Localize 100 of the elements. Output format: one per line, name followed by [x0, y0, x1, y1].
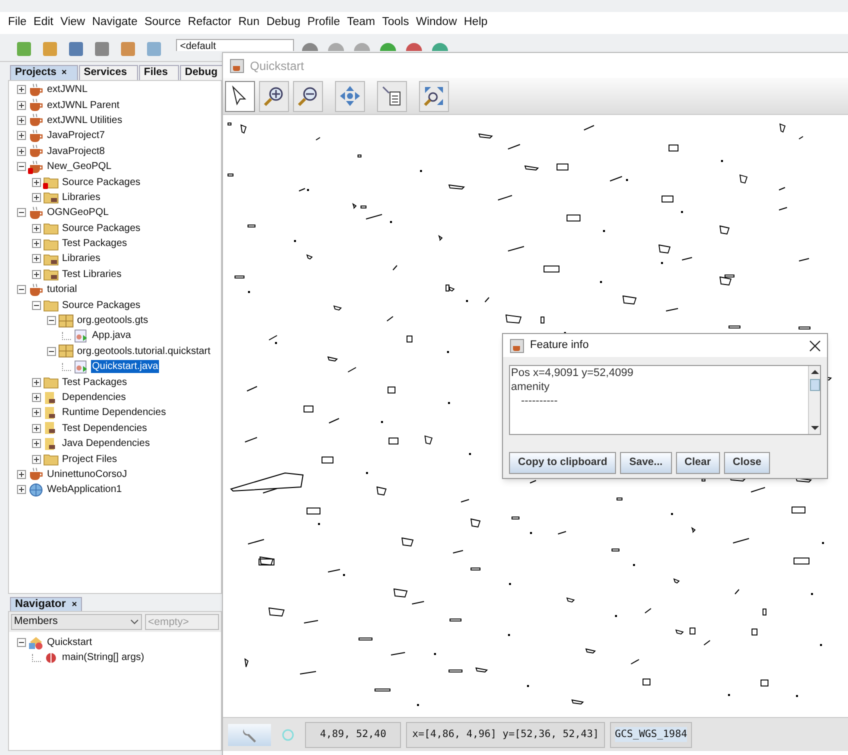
- menu-item[interactable]: View: [60, 14, 86, 32]
- expand-icon[interactable]: [32, 192, 41, 202]
- tree-item[interactable]: New_GeoPQL: [46, 160, 112, 174]
- tree-item[interactable]: Test Packages: [61, 237, 128, 250]
- tree-item[interactable]: OGNGeoPQL: [46, 206, 110, 220]
- tree-item[interactable]: Test Packages: [61, 376, 128, 389]
- menu-item[interactable]: File: [8, 14, 27, 32]
- expand-icon[interactable]: [17, 131, 26, 140]
- expand-icon[interactable]: [17, 485, 26, 494]
- expand-icon[interactable]: [17, 470, 26, 479]
- crs-readout[interactable]: GCS_WGS_1984: [610, 722, 692, 748]
- menu-item[interactable]: Profile: [307, 14, 340, 32]
- expand-icon[interactable]: [32, 178, 41, 187]
- toolbar-icon[interactable]: [92, 39, 112, 59]
- tree-item[interactable]: UninettunoCorsoJ: [46, 468, 128, 481]
- tree-item[interactable]: Test Libraries: [61, 268, 122, 281]
- tree-item[interactable]: Libraries: [61, 190, 102, 204]
- menu-item[interactable]: Tools: [382, 14, 409, 32]
- scroll-up-icon[interactable]: [810, 369, 818, 375]
- tree-item[interactable]: Runtime Dependencies: [61, 406, 167, 420]
- tree-item[interactable]: org.geotools.tutorial.quickstart: [76, 344, 212, 358]
- tree-item[interactable]: JavaProject8: [46, 144, 106, 158]
- expand-icon[interactable]: [17, 146, 26, 156]
- scroll-thumb[interactable]: [810, 379, 820, 391]
- tool-button[interactable]: [259, 80, 289, 112]
- tree-item[interactable]: extJWNL Parent: [46, 98, 120, 112]
- toolbar-icon[interactable]: [404, 41, 424, 51]
- menu-item[interactable]: Edit: [34, 14, 54, 32]
- collapse-icon[interactable]: [17, 208, 26, 218]
- scroll-down-icon[interactable]: [810, 425, 818, 431]
- tree-item[interactable]: Source Packages: [61, 222, 142, 235]
- collapse-icon[interactable]: [17, 638, 26, 647]
- tree-item[interactable]: Java Dependencies: [61, 437, 151, 450]
- dialog-button[interactable]: Clear: [676, 452, 720, 474]
- close-icon[interactable]: [809, 340, 821, 352]
- config-combo[interactable]: <default: [176, 39, 294, 51]
- toolbar-icon[interactable]: [66, 39, 86, 59]
- tree-item[interactable]: org.geotools.gts: [76, 314, 150, 328]
- expand-icon[interactable]: [17, 85, 26, 94]
- panel-tab[interactable]: Files: [138, 65, 179, 80]
- collapse-icon[interactable]: [47, 316, 56, 326]
- close-icon[interactable]: ×: [72, 598, 78, 612]
- menu-item[interactable]: Window: [416, 14, 457, 32]
- tree-item[interactable]: Quickstart: [46, 636, 94, 649]
- tool-button[interactable]: [377, 80, 407, 112]
- menu-item[interactable]: Run: [238, 14, 260, 32]
- tree-item[interactable]: Libraries: [61, 252, 102, 266]
- search-field[interactable]: <empty>: [145, 614, 219, 630]
- toolbar-icon[interactable]: [430, 41, 450, 51]
- tree-item[interactable]: Project Files: [61, 452, 118, 466]
- expand-icon[interactable]: [32, 454, 41, 464]
- toolbar-icon[interactable]: [378, 41, 398, 51]
- collapse-icon[interactable]: [17, 162, 26, 172]
- tool-button[interactable]: [419, 80, 449, 112]
- collapse-icon[interactable]: [17, 285, 26, 294]
- tool-button[interactable]: [225, 80, 255, 112]
- panel-tab[interactable]: Projects ×: [10, 65, 78, 80]
- tree-item[interactable]: WebApplication1: [46, 483, 123, 496]
- tree-item[interactable]: Source Packages: [61, 298, 142, 312]
- tree-item[interactable]: tutorial: [46, 283, 78, 296]
- dialog-button[interactable]: Copy to clipboard: [509, 452, 616, 474]
- menu-item[interactable]: Source: [144, 14, 181, 32]
- expand-icon[interactable]: [32, 424, 41, 433]
- collapse-icon[interactable]: [32, 300, 41, 310]
- tree-item[interactable]: JavaProject7: [46, 129, 106, 142]
- collapse-icon[interactable]: [47, 346, 56, 356]
- dialog-button[interactable]: Close: [724, 452, 770, 474]
- expand-icon[interactable]: [32, 393, 41, 402]
- settings-button[interactable]: [228, 724, 271, 746]
- menu-item[interactable]: Navigate: [92, 14, 138, 32]
- menu-item[interactable]: Help: [464, 14, 488, 32]
- tree-item[interactable]: Quickstart.java: [91, 360, 160, 374]
- tree-item[interactable]: Source Packages: [61, 176, 142, 189]
- tree-item[interactable]: Test Dependencies: [61, 422, 148, 435]
- tree-item[interactable]: extJWNL: [46, 83, 89, 96]
- toolbar-icon[interactable]: [300, 41, 320, 51]
- expand-icon[interactable]: [32, 254, 41, 264]
- tree-item[interactable]: Dependencies: [61, 391, 127, 404]
- expand-icon[interactable]: [32, 408, 41, 418]
- expand-icon[interactable]: [32, 224, 41, 233]
- expand-icon[interactable]: [32, 239, 41, 248]
- expand-icon[interactable]: [32, 439, 41, 448]
- filter-dropdown[interactable]: Members: [11, 614, 142, 630]
- expand-icon[interactable]: [17, 100, 26, 110]
- expand-icon[interactable]: [32, 270, 41, 279]
- panel-tab[interactable]: Services: [78, 65, 138, 80]
- close-icon[interactable]: ×: [61, 66, 67, 80]
- tool-button[interactable]: [293, 80, 323, 112]
- menu-item[interactable]: Refactor: [188, 14, 232, 32]
- dialog-button[interactable]: Save...: [620, 452, 672, 474]
- tree-item[interactable]: App.java: [91, 329, 132, 342]
- menu-item[interactable]: Team: [346, 14, 376, 32]
- scrollbar[interactable]: [808, 366, 820, 434]
- panel-tab[interactable]: Debug: [180, 65, 223, 80]
- tree-item[interactable]: main(String[] args): [61, 651, 146, 664]
- tree-item[interactable]: extJWNL Utilities: [46, 114, 124, 127]
- expand-icon[interactable]: [32, 378, 41, 387]
- panel-tab[interactable]: Navigator ×: [10, 597, 82, 611]
- menu-item[interactable]: Debug: [266, 14, 300, 32]
- expand-icon[interactable]: [17, 116, 26, 125]
